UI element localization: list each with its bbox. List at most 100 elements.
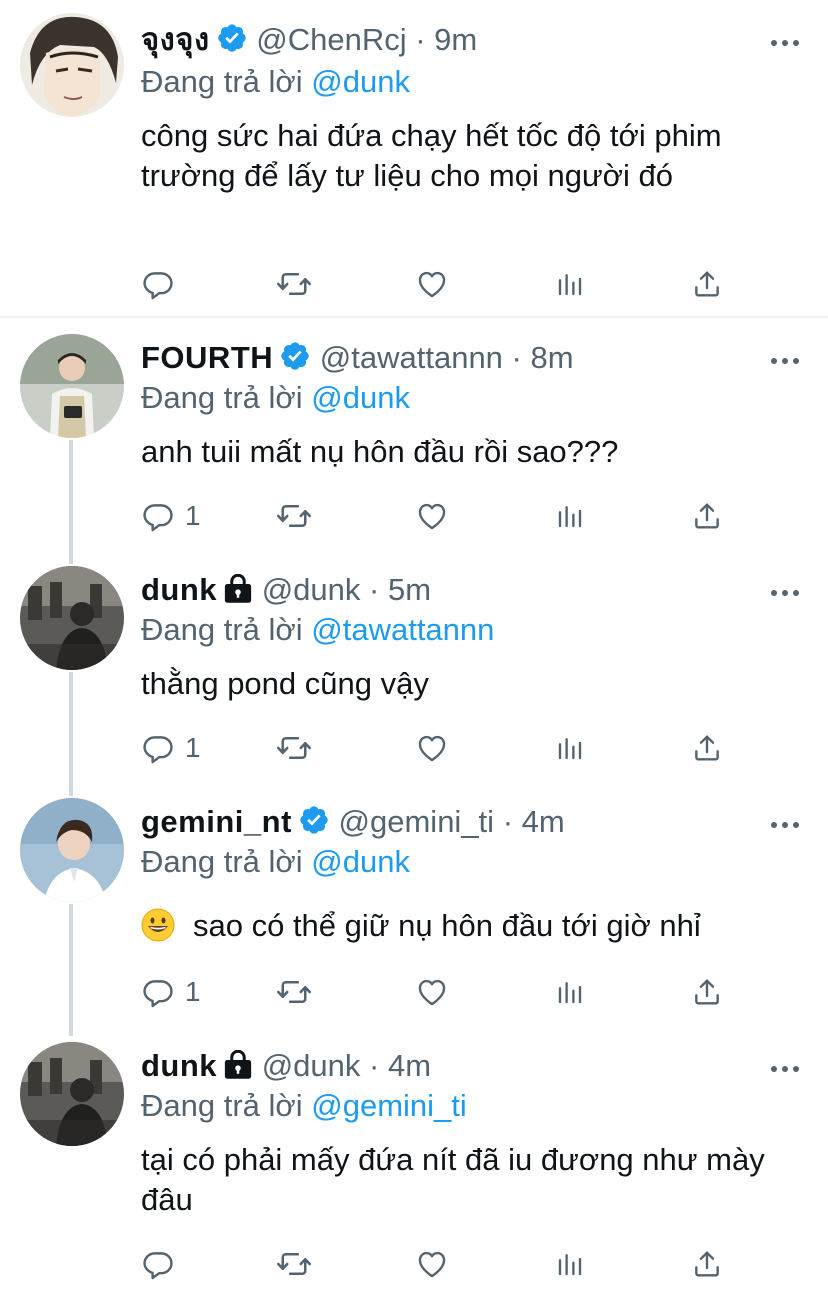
more-icon[interactable] [770,1060,800,1070]
display-name[interactable]: dunk [141,1048,217,1083]
separator-dot: · [369,1048,380,1083]
more-icon[interactable] [770,352,800,362]
replying-to-label: Đang trả lời [141,612,303,647]
retweet-button[interactable] [276,1244,312,1284]
tweet-actions [141,1244,781,1284]
share-button[interactable] [691,496,723,536]
avatar[interactable] [20,566,124,670]
tweet-text: thằng pond cũng vậy [141,666,429,701]
mention-link[interactable]: @dunk [311,844,410,879]
like-button[interactable] [415,972,449,1012]
analytics-icon [555,975,585,1009]
tweet-timestamp[interactable]: 4m [522,804,565,839]
share-icon [691,732,723,764]
share-icon [691,268,723,300]
user-handle[interactable]: @dunk [262,572,361,607]
verified-badge-icon [216,22,248,64]
share-icon [691,976,723,1008]
analytics-button[interactable] [555,264,585,304]
reply-count: 1 [185,732,201,763]
tweet[interactable]: จุงจุง @ChenRcj · 9m Đang trả lời @dunk … [0,0,828,316]
display-name[interactable]: จุงจุง [141,22,210,57]
tweet[interactable]: dunk @dunk · 4m Đang trả lời @gemini_ti … [0,1026,828,1289]
avatar[interactable] [20,798,124,902]
display-name[interactable]: FOURTH [141,340,273,375]
analytics-icon [555,731,585,765]
more-icon[interactable] [770,816,800,826]
tweet-header: FOURTH @tawattannn · 8m [141,338,574,378]
like-button[interactable] [415,1244,449,1284]
reply-icon [141,731,175,765]
share-button[interactable] [691,972,723,1012]
separator-dot: · [502,804,514,839]
tweet-text-content: sao có thể giữ nụ hôn đầu tới giờ nhỉ [193,908,701,943]
share-icon [691,500,723,532]
tweet-timestamp[interactable]: 8m [531,340,574,375]
replying-to: Đang trả lời @tawattannn [141,610,494,650]
avatar[interactable] [20,1042,124,1146]
replying-to: Đang trả lời @dunk [141,378,410,418]
tweet[interactable]: dunk @dunk · 5m Đang trả lời @tawattannn… [0,550,828,782]
like-icon [415,499,449,533]
tweet-header: dunk @dunk · 5m [141,570,431,610]
tweet[interactable]: gemini_nt @gemini_ti · 4m Đang trả lời @… [0,782,828,1026]
grinning-face-emoji [141,908,175,942]
replying-to-label: Đang trả lời [141,380,303,415]
avatar[interactable] [20,334,124,438]
tweet-timestamp[interactable]: 4m [388,1048,431,1083]
retweet-button[interactable] [276,972,312,1012]
tweet-actions: 1 [141,972,781,1012]
reply-button[interactable]: 1 [141,728,201,768]
like-button[interactable] [415,728,449,768]
tweet[interactable]: FOURTH @tawattannn · 8m Đang trả lời @du… [0,318,828,550]
like-button[interactable] [415,264,449,304]
tweet-text: tại có phải mấy đứa nít đã iu đương như … [141,1142,765,1217]
reply-button[interactable]: 1 [141,496,201,536]
user-handle[interactable]: @dunk [262,1048,361,1083]
analytics-button[interactable] [555,1244,585,1284]
like-icon [415,731,449,765]
tweet-actions: 1 [141,496,781,536]
separator-dot: · [415,22,426,57]
reply-icon [141,975,175,1009]
mention-link[interactable]: @dunk [311,64,410,99]
reply-count: 1 [185,976,201,1007]
verified-badge-icon [279,340,311,382]
share-button[interactable] [691,1244,723,1284]
more-icon[interactable] [770,584,800,594]
user-handle[interactable]: @gemini_ti [339,804,495,839]
analytics-button[interactable] [555,728,585,768]
like-button[interactable] [415,496,449,536]
analytics-button[interactable] [555,972,585,1012]
mention-link[interactable]: @gemini_ti [311,1088,467,1123]
mention-link[interactable]: @tawattannn [311,612,494,647]
tweet-timestamp[interactable]: 9m [434,22,477,57]
user-handle[interactable]: @tawattannn [320,340,503,375]
mention-link[interactable]: @dunk [311,380,410,415]
lock-icon [223,574,253,614]
more-icon[interactable] [770,34,800,44]
reply-icon [141,1247,175,1281]
replying-to: Đang trả lời @gemini_ti [141,1086,467,1126]
tweet-actions: 1 [141,728,781,768]
retweet-icon [276,498,312,534]
reply-count: 1 [185,500,201,531]
display-name[interactable]: dunk [141,572,217,607]
analytics-icon [555,267,585,301]
reply-button[interactable] [141,1244,185,1284]
verified-badge-icon [298,804,330,846]
share-button[interactable] [691,728,723,768]
retweet-button[interactable] [276,496,312,536]
reply-button[interactable]: 1 [141,972,201,1012]
display-name[interactable]: gemini_nt [141,804,292,839]
replying-to-label: Đang trả lời [141,64,303,99]
share-icon [691,1248,723,1280]
tweet-timestamp[interactable]: 5m [388,572,431,607]
retweet-button[interactable] [276,264,312,304]
analytics-button[interactable] [555,496,585,536]
share-button[interactable] [691,264,723,304]
avatar[interactable] [20,13,124,117]
reply-button[interactable] [141,264,185,304]
user-handle[interactable]: @ChenRcj [256,22,406,57]
retweet-button[interactable] [276,728,312,768]
